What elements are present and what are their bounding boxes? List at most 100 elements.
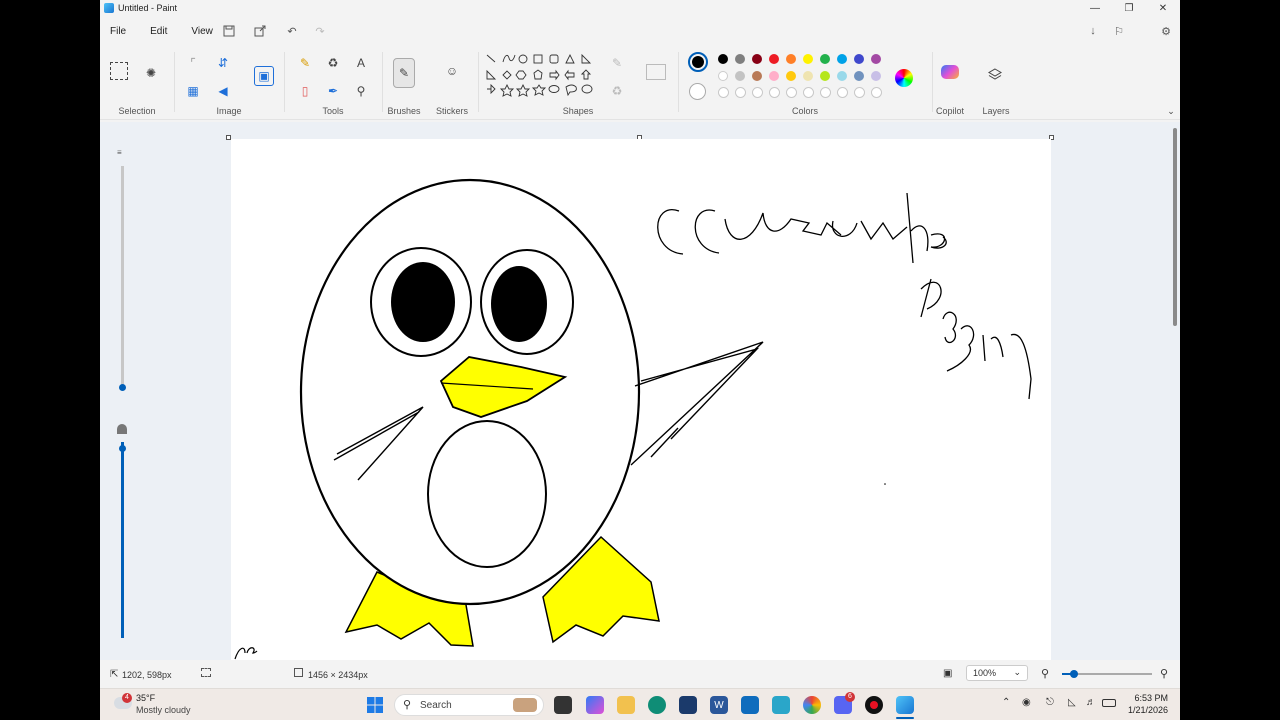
resize-icon[interactable]: ⇵ — [214, 54, 232, 72]
settings-gear-icon[interactable]: ⚙ — [1157, 22, 1175, 40]
text-tool-icon[interactable]: A — [352, 54, 370, 72]
color-swatch[interactable] — [786, 71, 796, 81]
secondary-color-swatch[interactable] — [689, 83, 706, 100]
start-windows-icon[interactable] — [366, 696, 384, 714]
copilot-icon[interactable] — [941, 65, 959, 79]
vertical-scrollbar[interactable] — [1173, 128, 1177, 326]
zoom-slider-thumb[interactable] — [1070, 670, 1078, 678]
color-swatch[interactable] — [735, 71, 745, 81]
layers-icon[interactable] — [986, 66, 1004, 84]
size-slider-thumb[interactable] — [119, 384, 126, 391]
shape-fill-icon[interactable]: ♻ — [608, 82, 626, 100]
belly — [427, 420, 547, 568]
menu-edit[interactable]: Edit — [144, 22, 173, 41]
word-icon[interactable]: W — [710, 696, 728, 714]
notification-icon[interactable]: ⚐ — [1110, 22, 1128, 40]
file-explorer-icon[interactable] — [617, 696, 635, 714]
custom-color-slot[interactable] — [820, 87, 831, 98]
custom-color-slot[interactable] — [752, 87, 763, 98]
color-swatch[interactable] — [837, 71, 847, 81]
redo-icon[interactable]: ↷ — [311, 22, 329, 40]
wifi-icon[interactable]: ◺ — [1068, 697, 1076, 708]
magnifier-icon[interactable]: ⚲ — [352, 82, 370, 100]
maximize-button[interactable]: ❐ — [1112, 0, 1146, 16]
color-swatch[interactable] — [820, 54, 830, 64]
color-swatch[interactable] — [769, 71, 779, 81]
paint-taskbar-icon[interactable] — [896, 696, 914, 714]
fill-bucket-icon[interactable]: ♻ — [324, 54, 342, 72]
edge-icon[interactable] — [648, 696, 666, 714]
menu-file[interactable]: File — [104, 22, 132, 41]
zoom-dropdown[interactable]: 100% ⌄ — [966, 665, 1028, 681]
chevron-up-icon[interactable]: ⌃ — [1002, 697, 1010, 708]
custom-color-slot[interactable] — [735, 87, 746, 98]
eraser-icon[interactable]: ▯ — [296, 82, 314, 100]
chrome-icon[interactable] — [803, 696, 821, 714]
zoom-out-icon[interactable]: ⚲ — [1041, 667, 1049, 680]
image-label: Image — [216, 106, 242, 116]
color-swatch[interactable] — [854, 71, 864, 81]
opacity-slider-thumb[interactable] — [119, 445, 126, 452]
collapse-ribbon-icon[interactable]: ⌄ — [1162, 102, 1180, 120]
drawing-canvas[interactable] — [231, 139, 1051, 660]
zoom-in-icon[interactable]: ⚲ — [1160, 667, 1168, 680]
shapes-gallery-icon[interactable] — [484, 52, 596, 106]
custom-color-slot[interactable] — [837, 87, 848, 98]
minimize-button[interactable]: — — [1078, 0, 1112, 16]
custom-color-slot[interactable] — [854, 87, 865, 98]
custom-color-slot[interactable] — [786, 87, 797, 98]
share-icon[interactable] — [251, 22, 269, 40]
custom-color-slot[interactable] — [769, 87, 780, 98]
custom-color-slot[interactable] — [871, 87, 882, 98]
color-swatch[interactable] — [718, 71, 728, 81]
color-swatch[interactable] — [803, 71, 813, 81]
speaker-icon[interactable]: ♬ — [1086, 697, 1096, 708]
color-swatch[interactable] — [752, 71, 762, 81]
color-swatch[interactable] — [837, 54, 847, 64]
sticker-icon[interactable]: ☺ — [443, 62, 461, 80]
save-icon[interactable] — [220, 22, 238, 40]
color-swatch[interactable] — [752, 54, 762, 64]
color-swatch[interactable] — [718, 54, 728, 64]
copilot-taskbar-icon[interactable] — [586, 696, 604, 714]
outlook-icon[interactable] — [741, 696, 759, 714]
color-swatch[interactable] — [769, 54, 779, 64]
color-swatch[interactable] — [803, 54, 813, 64]
store-icon[interactable] — [679, 696, 697, 714]
battery-icon[interactable] — [1102, 699, 1116, 707]
clock-time[interactable]: 6:53 PM — [1124, 693, 1168, 703]
microphone-icon[interactable]: ⎋ — [1046, 697, 1054, 708]
flip-icon[interactable]: ◀ — [214, 82, 232, 100]
record-icon[interactable] — [865, 696, 883, 714]
pencil-icon[interactable]: ✎ — [296, 54, 314, 72]
custom-color-slot[interactable] — [803, 87, 814, 98]
menu-view[interactable]: View — [185, 22, 219, 41]
rectangle-select-icon[interactable] — [110, 62, 128, 80]
outline-icon[interactable]: ✎ — [608, 54, 626, 72]
clock-date[interactable]: 1/21/2026 — [1124, 705, 1168, 715]
download-icon[interactable]: ↓ — [1084, 22, 1102, 40]
color-swatch[interactable] — [871, 71, 881, 81]
fit-to-window-icon[interactable]: ▣ — [943, 668, 952, 679]
background-remove-icon[interactable]: ▣ — [254, 66, 274, 86]
active-color-swatch[interactable] — [688, 52, 708, 72]
color-swatch[interactable] — [871, 54, 881, 64]
close-button[interactable]: ✕ — [1146, 0, 1180, 16]
taskbar-search-box[interactable]: ⚲ Search — [394, 694, 544, 716]
color-swatch[interactable] — [854, 54, 864, 64]
color-swatch[interactable] — [786, 54, 796, 64]
undo-icon[interactable]: ↶ — [283, 22, 301, 40]
canvas-resize-icon[interactable] — [646, 64, 666, 80]
image-select-icon[interactable]: ✺ — [142, 64, 160, 82]
task-view-icon[interactable] — [554, 696, 572, 714]
crop-icon[interactable]: ⌜ — [184, 54, 202, 72]
rotate-icon[interactable]: ▦ — [184, 82, 202, 100]
brush-icon[interactable]: ✎ — [393, 58, 415, 88]
network-icon[interactable]: ◉ — [1022, 697, 1031, 708]
edit-colors-icon[interactable] — [895, 69, 913, 87]
color-swatch[interactable] — [820, 71, 830, 81]
photos-icon[interactable] — [772, 696, 790, 714]
custom-color-slot[interactable] — [718, 87, 729, 98]
color-picker-icon[interactable]: ✒ — [324, 82, 342, 100]
color-swatch[interactable] — [735, 54, 745, 64]
